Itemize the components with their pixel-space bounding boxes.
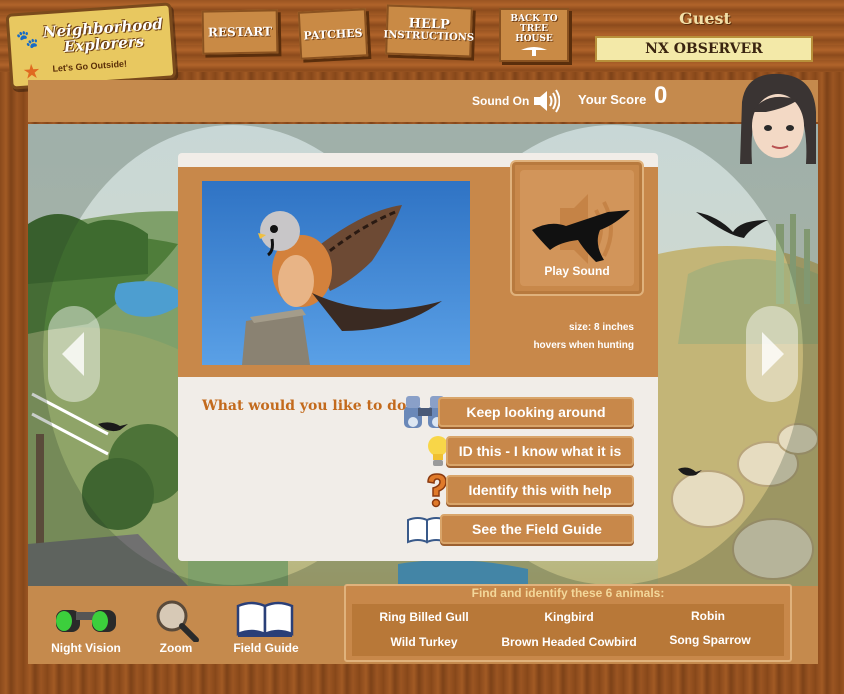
restart-button[interactable]: RESTART [201,9,279,55]
scroll-left-arrow[interactable] [48,306,100,402]
flying-bird [696,212,768,238]
bird-photo [202,181,470,365]
night-vision-label: Night Vision [51,641,121,655]
status-bar [28,80,818,122]
patches-label: PATCHES [303,25,363,43]
treehouse-label-top: BACK TO [510,14,558,24]
see-field-guide-button[interactable]: See the Field Guide [440,514,634,544]
id-this-button[interactable]: ID this - I know what it is [446,436,634,466]
restart-label: RESTART [207,24,273,40]
help-button[interactable]: HELP INSTRUCTIONS [383,4,475,58]
chevron-right-icon [762,332,784,376]
animal-item: Ring Billed Gull [379,610,469,624]
patches-button[interactable]: PATCHES [297,8,369,60]
animal-item: Robin [691,609,725,623]
night-vision-button[interactable] [52,600,122,642]
bird-behavior-text: hovers when hunting [533,340,634,351]
scroll-right-arrow[interactable] [746,306,798,402]
animal-item: Wild Turkey [390,635,458,649]
zoom-button[interactable] [154,598,200,643]
animal-item: Brown Headed Cowbird [501,635,637,649]
username-field: NX OBSERVER [595,36,813,62]
tree-icon [521,47,547,56]
field-guide-book-icon [236,601,294,637]
identify-with-help-button[interactable]: Identify this with help [446,475,634,505]
chevron-left-icon [62,332,84,376]
logo-title: Neighborhood Explorers [42,14,164,56]
sound-label: Sound On [472,94,530,108]
treehouse-label-bottom: TREE HOUSE [515,24,553,44]
logo-tagline: Let's Go Outside! [52,58,128,74]
instructions-label: INSTRUCTIONS [383,29,475,44]
tree-house-button[interactable]: BACK TO TREE HOUSE [499,8,569,62]
field-guide-label: Field Guide [233,641,299,655]
action-question: What would you like to do? [202,398,415,414]
kestrel-photo [202,181,470,365]
paw-icon: 🐾 [15,28,40,51]
user-role: Guest [679,9,731,28]
field-guide-tool-button[interactable] [236,600,294,640]
animal-item: Kingbird [544,610,594,624]
zoom-label: Zoom [159,641,193,655]
bird-size-text: size: 8 inches [568,322,634,333]
speaker-icon[interactable] [532,88,560,114]
night-vision-binoculars-icon [56,610,116,632]
play-sound-label: Play Sound [544,264,610,278]
keep-looking-button[interactable]: Keep looking around [438,397,634,427]
avatar[interactable] [736,72,818,164]
animal-item: Song Sparrow [669,633,751,647]
score-value: 0 [654,82,668,109]
logo[interactable]: 🐾 Neighborhood Explorers Let's Go Outsid… [5,2,177,90]
score-label: Your Score [578,92,647,107]
find-animals-title: Find and identify these 6 animals: [471,586,665,600]
magnifier-icon [156,600,199,643]
